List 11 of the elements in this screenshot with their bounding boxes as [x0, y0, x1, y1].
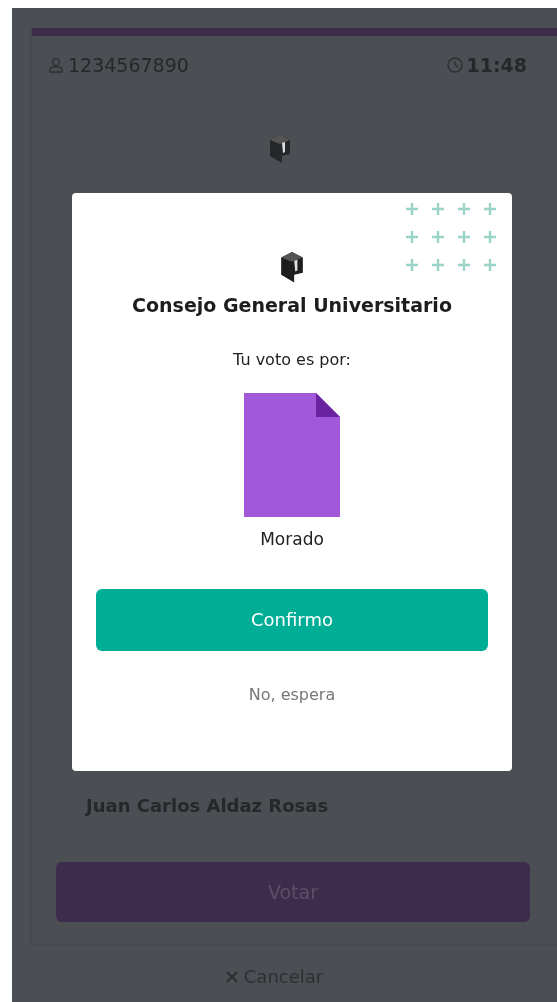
- vote-prompt: Tu voto es por:: [233, 349, 351, 369]
- close-icon: [225, 970, 238, 983]
- document-icon: [244, 392, 340, 517]
- choice-label: Morado: [260, 528, 324, 549]
- dismiss-link[interactable]: No, espera: [248, 684, 336, 704]
- logo-icon: [279, 251, 305, 284]
- dialog-title: Consejo General Universitario: [132, 293, 452, 316]
- clock-icon: [446, 57, 463, 73]
- logo-icon: [267, 134, 292, 164]
- confirm-button[interactable]: Confirmo: [96, 588, 488, 651]
- user-icon: [48, 57, 64, 73]
